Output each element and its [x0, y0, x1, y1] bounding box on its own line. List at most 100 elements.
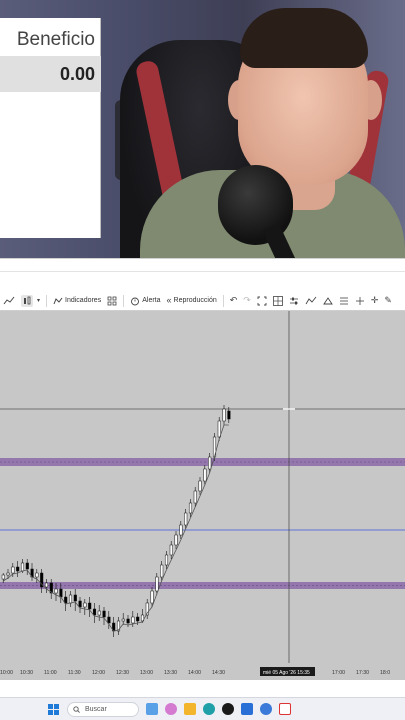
redo-button[interactable]: ↷	[240, 292, 254, 310]
edge-browser-icon[interactable]	[203, 703, 215, 715]
undo-button[interactable]: ↶	[227, 292, 241, 310]
bullish-candle	[6, 572, 10, 576]
time-axis-label: 13:30	[164, 670, 177, 676]
bullish-candle	[44, 582, 49, 588]
crosshair-button[interactable]: ✛	[368, 292, 382, 310]
candles-icon	[21, 294, 33, 307]
bullish-candle	[121, 618, 125, 622]
bearish-candle	[78, 600, 82, 608]
candle-chart-type-button[interactable]: ▾	[18, 292, 43, 310]
fibonacci-icon	[339, 297, 348, 304]
sliders-icon	[289, 297, 298, 304]
bearish-candle	[16, 566, 20, 572]
bearish-candle	[126, 618, 130, 624]
bullish-candle	[203, 468, 207, 482]
alert-button[interactable]: Alerta	[127, 292, 163, 310]
bullish-candle	[179, 524, 183, 536]
bullish-candle	[222, 408, 226, 422]
rewind-icon: «	[166, 295, 172, 305]
trend-line-icon	[305, 296, 317, 304]
indicators-button[interactable]: Indicadores	[50, 292, 104, 310]
indicators-icon	[53, 297, 63, 304]
bullish-candle	[20, 562, 25, 572]
alarm-clock-icon	[131, 297, 140, 305]
file-explorer-icon[interactable]	[184, 703, 196, 715]
separator-line	[0, 271, 405, 272]
bullish-candle	[35, 572, 39, 578]
pattern-icon	[322, 296, 333, 304]
app-icon[interactable]	[279, 703, 291, 715]
bullish-candle	[208, 456, 212, 470]
bullish-candle	[164, 554, 169, 566]
bearish-candle	[88, 602, 92, 610]
chart-canvas[interactable]: 10:00 10:30 11:00 11:30 12:00 12:30 13:00 13:30…	[0, 311, 405, 680]
bullish-candle	[193, 490, 197, 504]
pattern-button[interactable]	[320, 292, 336, 310]
bullish-candle	[97, 610, 101, 616]
fullscreen-icon	[257, 296, 267, 305]
bullish-candle	[11, 566, 15, 574]
layout-grid-icon	[272, 295, 283, 306]
replay-button[interactable]: « Reproducción	[164, 292, 220, 310]
bearish-candle	[227, 410, 231, 420]
profit-panel: Beneficio 0.00	[0, 18, 101, 238]
fib-button[interactable]	[336, 292, 352, 310]
price-chart[interactable]: 10:00 10:30 11:00 11:30 12:00 12:30 13:00 13:30…	[0, 311, 405, 680]
templates-button[interactable]	[104, 292, 120, 310]
webcam-feed: Beneficio 0.00	[0, 0, 405, 258]
bullish-candle	[155, 576, 159, 592]
outlook-icon[interactable]	[241, 703, 253, 715]
time-axis-label: 17:30	[356, 670, 369, 676]
measure-button[interactable]	[352, 292, 368, 310]
bearish-candle	[136, 616, 140, 622]
bearish-candle	[59, 588, 63, 598]
bearish-candle	[107, 616, 111, 624]
layout-button[interactable]	[270, 292, 286, 310]
line-chart-type-button[interactable]	[0, 292, 18, 310]
task-view-icon[interactable]	[146, 703, 158, 715]
settings-sliders-button[interactable]	[286, 292, 302, 310]
time-axis-label: 10:00	[0, 670, 13, 676]
bearish-candle	[25, 562, 29, 570]
separator-bar	[0, 258, 405, 286]
bearish-candle	[64, 596, 68, 604]
copilot-icon[interactable]	[165, 703, 177, 715]
time-axis-label: 11:30	[68, 670, 81, 676]
bullish-candle	[83, 602, 87, 608]
bullish-candle	[68, 594, 73, 604]
bullish-candle	[198, 480, 202, 492]
bullish-candle	[54, 588, 58, 594]
line-chart-icon	[3, 296, 15, 304]
trend-line-button[interactable]	[302, 292, 320, 310]
bullish-candle	[1, 574, 5, 580]
bearish-candle	[73, 594, 77, 602]
bullish-candle	[131, 616, 135, 624]
grid-icon	[107, 296, 117, 305]
alert-label: Alerta	[142, 297, 161, 304]
windows-taskbar: Buscar	[0, 697, 405, 720]
time-axis-label: 13:00	[140, 670, 153, 676]
person-hair	[240, 8, 368, 68]
bearish-candle	[102, 610, 106, 618]
search-placeholder: Buscar	[85, 705, 107, 713]
bullish-candle	[188, 502, 193, 514]
search-icon	[73, 705, 80, 713]
profit-header: Beneficio	[16, 29, 95, 50]
brush-icon: ✎	[384, 295, 392, 305]
chart-toolbar: ▾ Indicadores Alerta « Reproducción ↶ ↷	[0, 291, 405, 311]
undo-icon: ↶	[229, 295, 238, 305]
brush-button[interactable]: ✎	[381, 292, 395, 310]
windows-start-icon[interactable]	[47, 703, 59, 715]
app-icon[interactable]	[222, 703, 234, 715]
time-axis-label: 12:30	[116, 670, 129, 676]
fullscreen-button[interactable]	[254, 292, 270, 310]
crosshair-icon: ✛	[370, 295, 379, 305]
profit-value: 0.00	[0, 56, 101, 92]
indicators-label: Indicadores	[65, 297, 102, 304]
app-icon[interactable]	[260, 703, 272, 715]
bullish-candle	[184, 512, 188, 526]
chevron-down-icon: ▾	[37, 297, 41, 304]
bullish-candle	[150, 590, 154, 604]
taskbar-search[interactable]: Buscar	[67, 701, 139, 717]
bullish-candle	[160, 564, 164, 578]
